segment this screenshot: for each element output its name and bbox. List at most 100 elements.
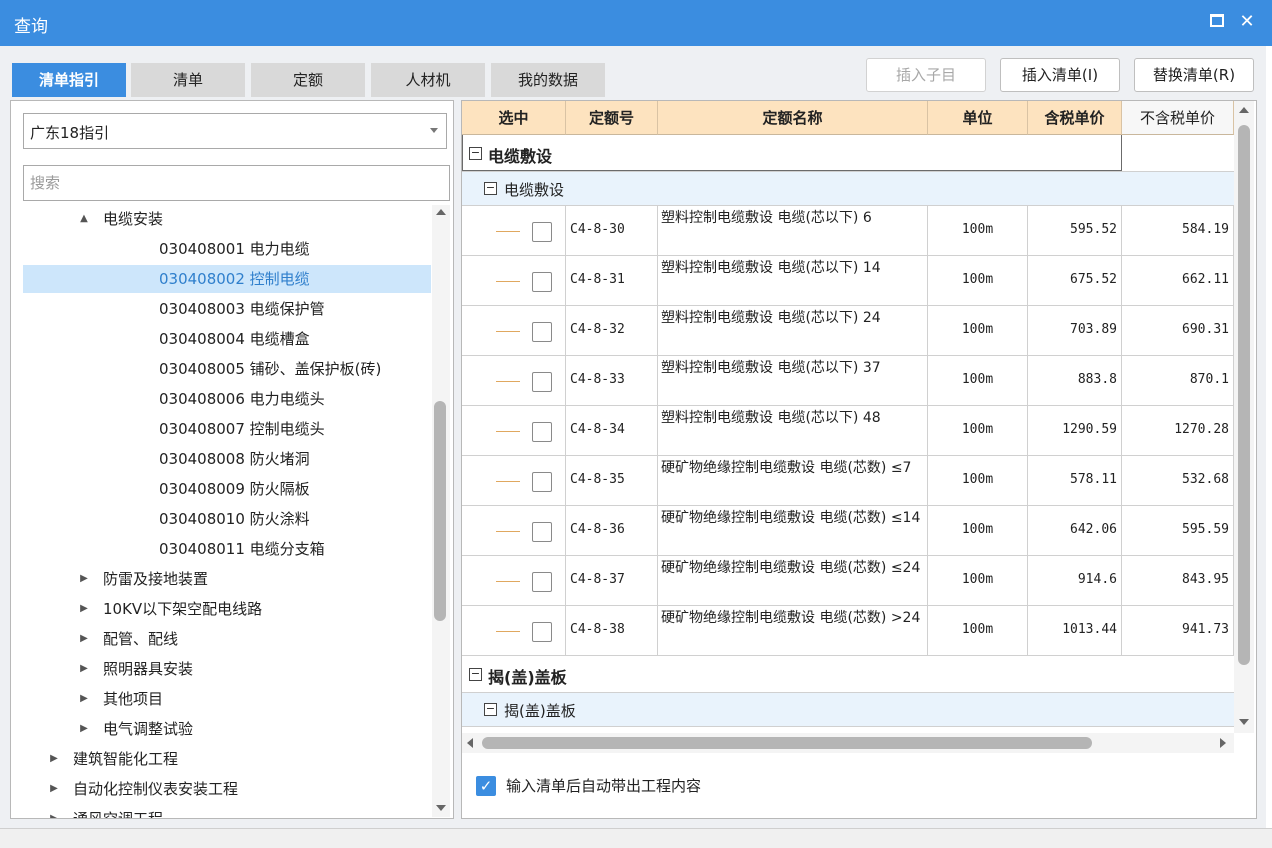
expanded-triangle-icon[interactable]: ▲ xyxy=(77,205,91,233)
row-select-cell[interactable] xyxy=(462,606,566,655)
row-checkbox[interactable] xyxy=(532,522,552,542)
tree-leaf-item[interactable]: 030408007 控制电缆头 xyxy=(23,415,431,443)
price-without-tax: 662.11 xyxy=(1122,256,1234,305)
grid-vscroll-thumb[interactable] xyxy=(1238,125,1250,665)
row-checkbox[interactable] xyxy=(532,272,552,292)
tree-folder-item[interactable]: ▶ 配管、配线 xyxy=(23,625,431,653)
row-checkbox[interactable] xyxy=(532,472,552,492)
collapse-icon[interactable]: − xyxy=(469,147,482,160)
replace-list-button[interactable]: 替换清单(R) xyxy=(1134,58,1254,92)
tree-folder-item[interactable]: ▶ 照明器具安装 xyxy=(23,655,431,683)
scroll-up-icon[interactable] xyxy=(1239,107,1249,113)
quota-row[interactable]: C4-8-37 硬矿物绝缘控制电缆敷设 电缆(芯数) ≤24 100m 914.6 84… xyxy=(462,556,1234,606)
tree-leaf-item[interactable]: 030408006 电力电缆头 xyxy=(23,385,431,413)
col-header-price-notax[interactable]: 不含税单价 xyxy=(1122,101,1234,135)
collapsed-triangle-icon[interactable]: ▶ xyxy=(47,805,61,818)
collapsed-triangle-icon[interactable]: ▶ xyxy=(77,595,91,623)
collapsed-triangle-icon[interactable]: ▶ xyxy=(77,715,91,743)
collapsed-triangle-icon[interactable]: ▶ xyxy=(47,745,61,773)
tree-leaf-item[interactable]: 030408010 防火涂料 xyxy=(23,505,431,533)
group-row[interactable]: − 电缆敷设 xyxy=(462,135,1234,172)
guide-select[interactable]: 广东18指引 xyxy=(23,113,447,149)
tree-folder-item[interactable]: ▶ 其他项目 xyxy=(23,685,431,713)
insert-list-button[interactable]: 插入清单(I) xyxy=(1000,58,1120,92)
tree-leaf-item[interactable]: 030408011 电缆分支箱 xyxy=(23,535,431,563)
row-checkbox[interactable] xyxy=(532,572,552,592)
tree-leaf-item[interactable]: 030408003 电缆保护管 xyxy=(23,295,431,323)
tree-folder-item[interactable]: ▶ 自动化控制仪表安装工程 xyxy=(23,775,431,803)
collapse-icon[interactable]: − xyxy=(484,703,497,716)
col-header-select[interactable]: 选中 xyxy=(462,101,566,135)
collapsed-triangle-icon[interactable]: ▶ xyxy=(77,655,91,683)
collapsed-triangle-icon[interactable]: ▶ xyxy=(77,625,91,653)
collapse-icon[interactable]: − xyxy=(469,668,482,681)
quota-row[interactable]: C4-8-31 塑料控制电缆敷设 电缆(芯以下) 14 100m 675.52 662.… xyxy=(462,256,1234,306)
collapse-icon[interactable]: − xyxy=(484,182,497,195)
subgroup-row[interactable]: − 电缆敷设 xyxy=(462,172,1234,206)
group-label: 揭(盖)盖板 xyxy=(488,668,567,687)
tree-leaf-item[interactable]: 030408009 防火隔板 xyxy=(23,475,431,503)
tab-list[interactable]: 清单 xyxy=(131,63,245,97)
quota-row[interactable]: C4-8-38 硬矿物绝缘控制电缆敷设 电缆(芯数) >24 100m 1013.44… xyxy=(462,606,1234,656)
row-checkbox[interactable] xyxy=(532,322,552,342)
tab-quota[interactable]: 定额 xyxy=(251,63,365,97)
scroll-down-icon[interactable] xyxy=(436,805,446,811)
row-checkbox[interactable] xyxy=(532,622,552,642)
tree-leaf-item[interactable]: 030408005 铺砂、盖保护板(砖) xyxy=(23,355,431,383)
tree-item-label: 电气调整试验 xyxy=(103,720,194,738)
col-header-unit[interactable]: 单位 xyxy=(928,101,1028,135)
grid-hscroll-thumb[interactable] xyxy=(482,737,1092,749)
close-button[interactable]: ✕ xyxy=(1234,9,1260,35)
tree-leaf-item[interactable]: 030408001 电力电缆 xyxy=(23,235,431,263)
tree-scrollbar[interactable] xyxy=(432,205,450,817)
row-select-cell[interactable] xyxy=(462,406,566,455)
collapsed-triangle-icon[interactable]: ▶ xyxy=(77,685,91,713)
row-select-cell[interactable] xyxy=(462,356,566,405)
grid-vertical-scrollbar[interactable] xyxy=(1234,101,1254,733)
tab-my-data[interactable]: 我的数据 xyxy=(491,63,605,97)
tree-folder-item[interactable]: ▶ 10KV以下架空配电线路 xyxy=(23,595,431,623)
tree-leaf-item[interactable]: 030408008 防火堵洞 xyxy=(23,445,431,473)
row-select-cell[interactable] xyxy=(462,306,566,355)
collapsed-triangle-icon[interactable]: ▶ xyxy=(77,565,91,593)
search-input[interactable] xyxy=(23,165,450,201)
insert-child-button[interactable]: 插入子目 xyxy=(866,58,986,92)
row-checkbox[interactable] xyxy=(532,422,552,442)
scroll-left-icon[interactable] xyxy=(467,738,473,748)
scroll-up-icon[interactable] xyxy=(436,209,446,215)
tree-scroll-thumb[interactable] xyxy=(434,401,446,621)
tree-folder-item[interactable]: ▶ 电气调整试验 xyxy=(23,715,431,743)
quota-row[interactable]: C4-8-32 塑料控制电缆敷设 电缆(芯以下) 24 100m 703.89 690.… xyxy=(462,306,1234,356)
tab-list-guide[interactable]: 清单指引 xyxy=(12,63,126,97)
group-row[interactable]: − 揭(盖)盖板 xyxy=(462,656,1234,693)
scroll-down-icon[interactable] xyxy=(1239,719,1249,725)
row-select-cell[interactable] xyxy=(462,256,566,305)
row-checkbox[interactable] xyxy=(532,372,552,392)
tree-folder-item[interactable]: ▶ 防雷及接地装置 xyxy=(23,565,431,593)
quota-row[interactable]: C4-8-30 塑料控制电缆敷设 电缆(芯以下) 6 100m 595.52 584.1… xyxy=(462,206,1234,256)
quota-row[interactable]: C4-8-33 塑料控制电缆敷设 电缆(芯以下) 37 100m 883.8 870.1 xyxy=(462,356,1234,406)
row-checkbox[interactable] xyxy=(532,222,552,242)
col-header-name[interactable]: 定额名称 xyxy=(658,101,928,135)
quota-row[interactable]: C4-8-34 塑料控制电缆敷设 电缆(芯以下) 48 100m 1290.59 127… xyxy=(462,406,1234,456)
tree-leaf-item[interactable]: 030408002 控制电缆 xyxy=(23,265,431,293)
tab-labor-material-machine[interactable]: 人材机 xyxy=(371,63,485,97)
quota-row[interactable]: C4-8-36 硬矿物绝缘控制电缆敷设 电缆(芯数) ≤14 100m 642.06 5… xyxy=(462,506,1234,556)
row-select-cell[interactable] xyxy=(462,206,566,255)
col-header-code[interactable]: 定额号 xyxy=(566,101,658,135)
grid-horizontal-scrollbar[interactable] xyxy=(462,733,1234,753)
auto-content-checkbox[interactable]: ✓ xyxy=(476,776,496,796)
tree-folder-item[interactable]: ▶ 通风空调工程 xyxy=(23,805,431,818)
scroll-right-icon[interactable] xyxy=(1220,738,1226,748)
row-select-cell[interactable] xyxy=(462,456,566,505)
row-select-cell[interactable] xyxy=(462,506,566,555)
row-select-cell[interactable] xyxy=(462,556,566,605)
tree-folder-item[interactable]: ▲ 电缆安装 xyxy=(23,205,431,233)
collapsed-triangle-icon[interactable]: ▶ xyxy=(47,775,61,803)
tree-leaf-item[interactable]: 030408004 电缆槽盒 xyxy=(23,325,431,353)
col-header-price-tax[interactable]: 含税单价 xyxy=(1028,101,1122,135)
restore-button[interactable] xyxy=(1204,9,1230,35)
quota-row[interactable]: C4-8-35 硬矿物绝缘控制电缆敷设 电缆(芯数) ≤7 100m 578.11 53… xyxy=(462,456,1234,506)
subgroup-row[interactable]: − 揭(盖)盖板 xyxy=(462,693,1234,727)
tree-folder-item[interactable]: ▶ 建筑智能化工程 xyxy=(23,745,431,773)
